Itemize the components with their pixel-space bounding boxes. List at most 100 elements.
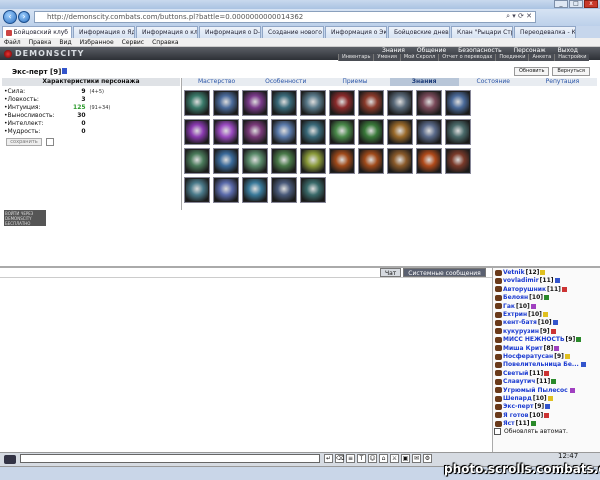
menu-item[interactable]: Правка xyxy=(29,38,52,46)
game-nav-item[interactable]: Безопасность xyxy=(452,47,508,54)
knowledge-card[interactable] xyxy=(358,119,384,145)
user-name[interactable]: Яст xyxy=(503,419,515,428)
browser-tab[interactable]: Переодевалка - К... xyxy=(514,26,576,38)
section-tab[interactable]: Мастерство xyxy=(182,78,252,86)
user-info-icon[interactable] xyxy=(580,362,586,368)
knowledge-card[interactable] xyxy=(329,148,355,174)
knowledge-card[interactable] xyxy=(416,90,442,116)
address-bar[interactable]: http://demonscity.combats.com/buttons.pl… xyxy=(34,11,536,23)
knowledge-card[interactable] xyxy=(213,90,239,116)
knowledge-card[interactable] xyxy=(213,119,239,145)
chat-tab[interactable]: Чат xyxy=(380,268,402,277)
section-tab[interactable]: Состояние xyxy=(458,78,528,86)
auto-update-checkbox[interactable] xyxy=(494,428,501,435)
user-info-icon[interactable] xyxy=(545,404,551,410)
user-info-icon[interactable] xyxy=(530,303,536,309)
browser-tab[interactable]: Создание нового т... xyxy=(262,26,324,38)
knowledge-card[interactable] xyxy=(387,148,413,174)
translit-icon[interactable]: T xyxy=(357,454,366,463)
chat-log[interactable] xyxy=(0,277,492,452)
game-subnav-item[interactable]: Настройки xyxy=(554,54,589,61)
game-subnav-item[interactable]: Поединки xyxy=(495,54,528,61)
game-subnav-item[interactable]: Инвентарь xyxy=(338,54,373,61)
browser-tab[interactable]: Информация о Ядо... xyxy=(73,26,135,38)
knowledge-card[interactable] xyxy=(416,119,442,145)
knowledge-card[interactable] xyxy=(329,90,355,116)
settings-icon[interactable]: ⚙ xyxy=(423,454,432,463)
browser-tab[interactable]: Клан "Рыцари Стр... xyxy=(451,26,513,38)
menu-item[interactable]: Вид xyxy=(59,38,71,46)
menu-item[interactable]: Справка xyxy=(152,38,178,46)
knowledge-card[interactable] xyxy=(271,148,297,174)
user-info-icon[interactable] xyxy=(530,421,536,427)
knowledge-card[interactable] xyxy=(213,177,239,203)
menu-item[interactable]: Избранное xyxy=(80,38,114,46)
game-subnav-item[interactable]: Мой Скролл xyxy=(399,54,438,61)
user-info-icon[interactable] xyxy=(554,345,560,351)
save-button[interactable]: сохранить xyxy=(6,138,42,146)
game-nav-item[interactable]: Персонаж xyxy=(508,47,552,54)
address-tools-icon[interactable]: ⌕ ▾ ⟳ ✕ xyxy=(506,12,532,21)
knowledge-card[interactable] xyxy=(184,119,210,145)
user-info-icon[interactable] xyxy=(544,412,550,418)
inventory-icon[interactable]: ▣ xyxy=(401,454,410,463)
chat-input[interactable] xyxy=(20,454,320,463)
user-info-icon[interactable] xyxy=(561,286,567,292)
knowledge-card[interactable] xyxy=(271,177,297,203)
browser-tab[interactable]: Информация о D-... xyxy=(199,26,261,38)
knowledge-card[interactable] xyxy=(387,119,413,145)
user-info-icon[interactable] xyxy=(569,387,575,393)
user-info-icon[interactable] xyxy=(544,295,550,301)
knowledge-card[interactable] xyxy=(300,90,326,116)
chat-tab[interactable]: Системные сообщения xyxy=(403,268,486,277)
section-tab[interactable]: Приемы xyxy=(320,78,390,86)
filter-icon[interactable]: ≡ xyxy=(346,454,355,463)
section-tab[interactable]: Репутация xyxy=(527,78,598,86)
game-nav-item[interactable]: Знания xyxy=(376,47,411,54)
game-nav-item[interactable]: Выход xyxy=(552,47,584,54)
chat-mode-icon[interactable] xyxy=(4,455,16,464)
knowledge-card[interactable] xyxy=(445,90,471,116)
user-info-icon[interactable] xyxy=(551,379,557,385)
knowledge-card[interactable] xyxy=(213,148,239,174)
user-info-icon[interactable] xyxy=(550,328,556,334)
user-info-icon[interactable] xyxy=(576,337,582,343)
knowledge-card[interactable] xyxy=(271,119,297,145)
game-nav-item[interactable]: Общение xyxy=(411,47,452,54)
smile-icon[interactable]: ☺ xyxy=(368,454,377,463)
user-row[interactable]: Яст [11] xyxy=(495,419,536,428)
mail-icon[interactable]: ✉ xyxy=(412,454,421,463)
user-info-icon[interactable] xyxy=(544,370,550,376)
knowledge-card[interactable] xyxy=(242,119,268,145)
info-icon[interactable] xyxy=(62,68,68,74)
section-tab[interactable]: Особенности xyxy=(251,78,321,86)
maximize-button[interactable]: □ xyxy=(569,0,583,8)
game-subnav-item[interactable]: Анкета xyxy=(528,54,554,61)
knowledge-card[interactable] xyxy=(184,90,210,116)
fight-icon[interactable]: ⚔ xyxy=(390,454,399,463)
close-button[interactable]: x xyxy=(584,0,598,8)
knowledge-card[interactable] xyxy=(271,90,297,116)
user-info-icon[interactable] xyxy=(542,312,548,317)
browser-tab[interactable]: Информация о Эк... xyxy=(325,26,387,38)
knowledge-card[interactable] xyxy=(242,90,268,116)
knowledge-card[interactable] xyxy=(329,119,355,145)
section-tab[interactable]: Знания xyxy=(389,78,459,86)
knowledge-card[interactable] xyxy=(184,148,210,174)
user-info-icon[interactable] xyxy=(552,320,558,326)
browser-tab[interactable]: Бойцовские днев... xyxy=(388,26,450,38)
knowledge-card[interactable] xyxy=(358,90,384,116)
knowledge-card[interactable] xyxy=(445,148,471,174)
clear-icon[interactable]: ⌫ xyxy=(335,454,344,463)
knowledge-card[interactable] xyxy=(300,148,326,174)
save-checkbox[interactable] xyxy=(46,138,54,146)
menu-item[interactable]: Сервис xyxy=(122,38,144,46)
game-subnav-item[interactable]: Умения xyxy=(373,54,399,61)
game-subnav-item[interactable]: Отчет о переводах xyxy=(438,54,495,61)
knowledge-card[interactable] xyxy=(358,148,384,174)
send-icon[interactable]: ↵ xyxy=(324,454,333,463)
browser-tab[interactable]: Информация о кл... xyxy=(136,26,198,38)
back-button[interactable]: Вернуться xyxy=(552,67,590,76)
browser-tab[interactable]: Бойцовский клуб xyxy=(2,26,72,38)
knowledge-card[interactable] xyxy=(242,177,268,203)
